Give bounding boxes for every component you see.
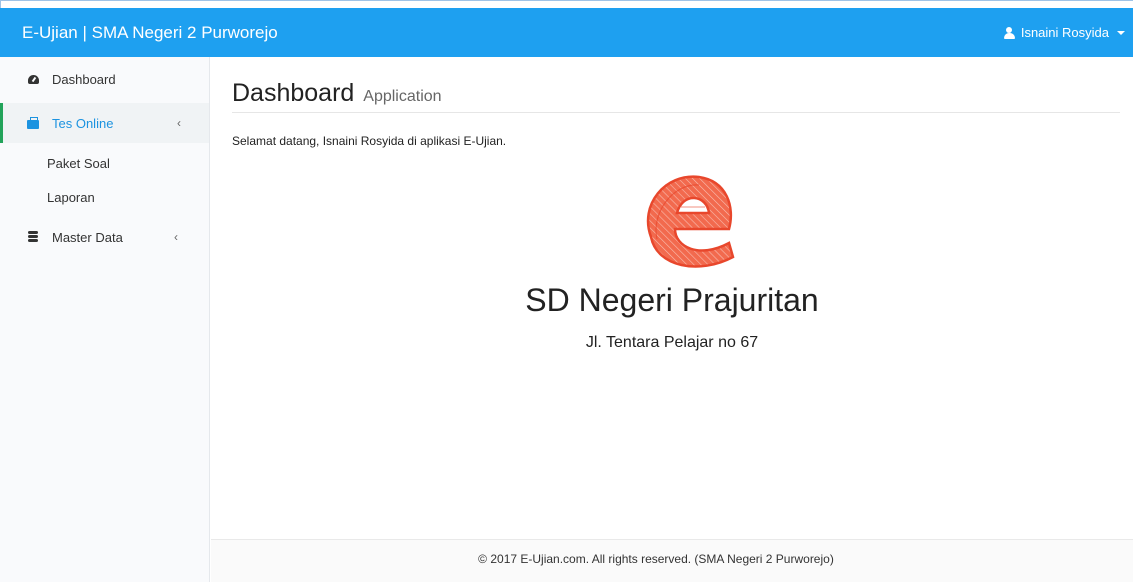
sidebar-item-dashboard[interactable]: Dashboard [0, 59, 209, 99]
briefcase-icon [26, 116, 40, 129]
e-ujian-logo [646, 175, 735, 268]
chevron-left-icon: ‹ [177, 116, 181, 130]
database-icon [26, 231, 40, 243]
sidebar-item-label: Tes Online [52, 115, 114, 131]
sidebar-subitem-paket-soal[interactable]: Paket Soal [47, 156, 110, 171]
user-icon [1003, 26, 1015, 39]
brand-title[interactable]: E-Ujian | SMA Negeri 2 Purworejo [22, 8, 278, 57]
chevron-left-icon: ‹ [174, 230, 178, 244]
sidebar-subitem-laporan[interactable]: Laporan [47, 190, 95, 205]
sidebar-item-label: Master Data [52, 229, 123, 245]
sidebar-item-master-data[interactable]: Master Data ‹ [0, 217, 209, 257]
footer-copyright: © 2017 E-Ujian.com. All rights reserved.… [478, 552, 834, 566]
divider [232, 112, 1120, 113]
sidebar-item-tes-online[interactable]: Tes Online ‹ [0, 103, 209, 143]
welcome-message: Selamat datang, Isnaini Rosyida di aplik… [232, 134, 507, 148]
school-name: SD Negeri Prajuritan [525, 282, 819, 318]
dashboard-icon [26, 74, 40, 84]
caret-down-icon [1117, 30, 1125, 35]
page-title: Dashboard Application [232, 79, 442, 107]
sidebar: Dashboard Tes Online ‹ Paket Soal Lapora… [0, 57, 210, 582]
footer: © 2017 E-Ujian.com. All rights reserved.… [211, 539, 1133, 582]
page-subtitle: Application [363, 88, 442, 105]
sidebar-item-label: Dashboard [52, 71, 116, 87]
user-menu[interactable]: Isnaini Rosyida [1003, 8, 1125, 57]
user-name: Isnaini Rosyida [1020, 25, 1109, 40]
school-address: Jl. Tentara Pelajar no 67 [585, 334, 759, 351]
top-navbar: E-Ujian | SMA Negeri 2 Purworejo Isnaini… [0, 8, 1133, 57]
main-content: Dashboard Application Selamat datang, Is… [211, 57, 1133, 539]
